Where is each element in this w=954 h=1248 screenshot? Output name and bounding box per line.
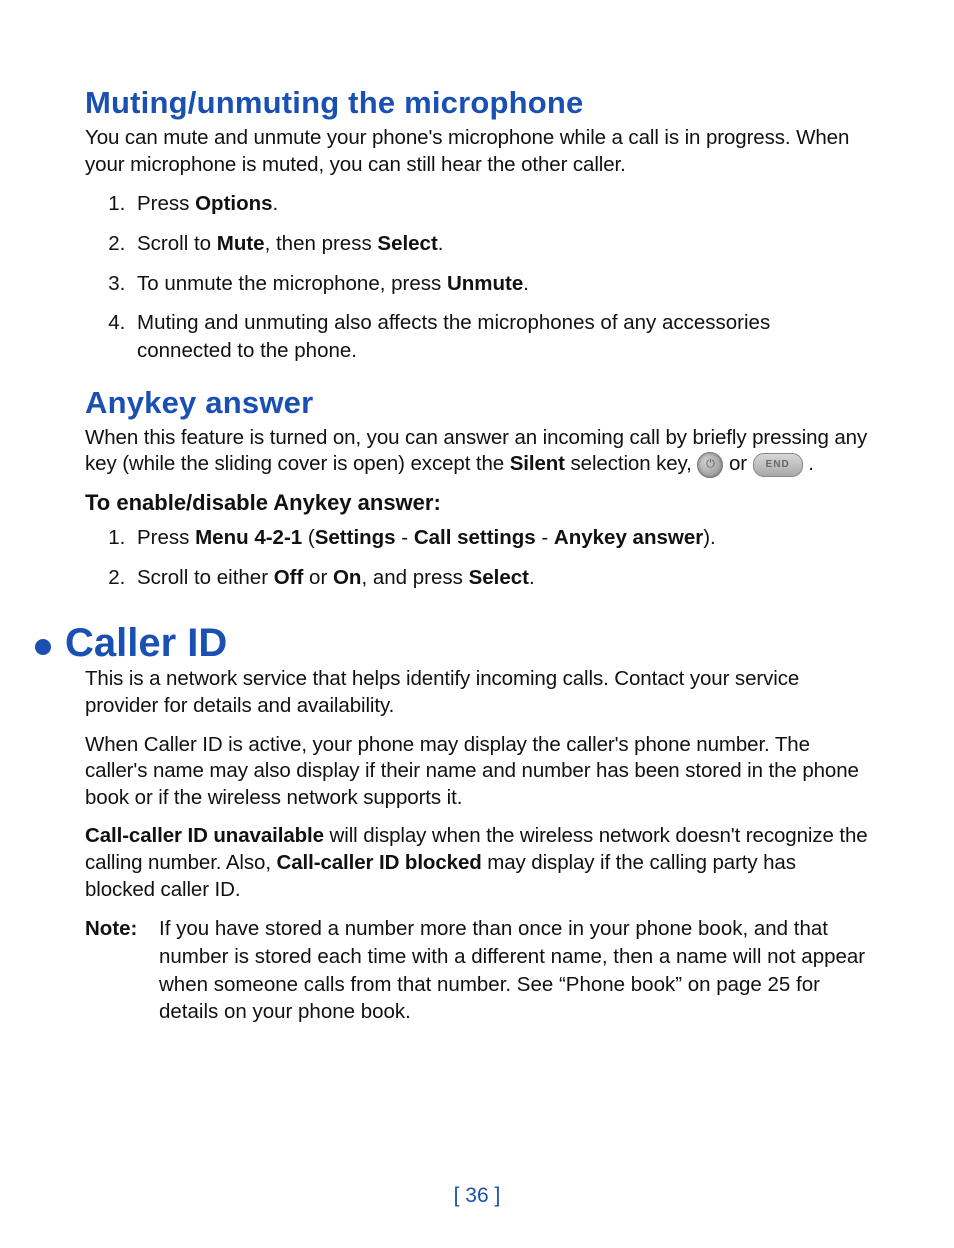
bold-text: Settings bbox=[315, 526, 396, 549]
bold-text: Call-caller ID blocked bbox=[277, 851, 482, 874]
paragraph: Call-caller ID unavailable will display … bbox=[85, 823, 869, 903]
text: . bbox=[529, 566, 535, 589]
text: . bbox=[523, 272, 529, 295]
text: To unmute the microphone, press bbox=[137, 272, 447, 295]
bold-text: Select bbox=[377, 232, 437, 255]
text: - bbox=[396, 526, 414, 549]
topic-heading-row: Caller ID bbox=[35, 621, 869, 666]
ordered-list-anykey: Press Menu 4-2-1 (Settings - Call settin… bbox=[85, 524, 869, 591]
paragraph: You can mute and unmute your phone's mic… bbox=[85, 125, 869, 178]
text: ( bbox=[302, 526, 315, 549]
heading-caller-id: Caller ID bbox=[65, 621, 227, 666]
text: Press bbox=[137, 192, 195, 215]
paragraph: When Caller ID is active, your phone may… bbox=[85, 732, 869, 812]
bullet-icon bbox=[35, 639, 51, 655]
text: Press bbox=[137, 526, 195, 549]
bold-text: On bbox=[333, 566, 361, 589]
bold-text: Unmute bbox=[447, 272, 523, 295]
bold-text: Menu 4-2-1 bbox=[195, 526, 302, 549]
text: Scroll to bbox=[137, 232, 217, 255]
text: , and press bbox=[361, 566, 468, 589]
list-item: Press Options. bbox=[131, 190, 869, 218]
note-label: Note: bbox=[85, 915, 159, 1026]
bold-text: Options bbox=[195, 192, 272, 215]
heading-muting: Muting/unmuting the microphone bbox=[85, 85, 869, 121]
bold-text: Select bbox=[469, 566, 529, 589]
power-key-icon: ⏻ bbox=[697, 452, 723, 478]
list-item: Scroll to Mute, then press Select. bbox=[131, 230, 869, 258]
end-key-icon: END bbox=[753, 453, 803, 477]
bold-text: Call-caller ID unavailable bbox=[85, 824, 324, 847]
bold-text: Call settings bbox=[414, 526, 536, 549]
bold-text: Off bbox=[274, 566, 304, 589]
text: or bbox=[303, 566, 333, 589]
paragraph: When this feature is turned on, you can … bbox=[85, 425, 869, 478]
note-block: Note: If you have stored a number more t… bbox=[85, 915, 869, 1026]
text: selection key, bbox=[565, 452, 697, 475]
list-item: To unmute the microphone, press Unmute. bbox=[131, 270, 869, 298]
list-item: Scroll to either Off or On, and press Se… bbox=[131, 564, 869, 592]
text: ). bbox=[703, 526, 716, 549]
text: . bbox=[808, 452, 814, 475]
text: or bbox=[729, 452, 753, 475]
document-page: Muting/unmuting the microphone You can m… bbox=[0, 0, 954, 1248]
text: - bbox=[536, 526, 554, 549]
note-text: If you have stored a number more than on… bbox=[159, 915, 869, 1026]
text: , then press bbox=[265, 232, 378, 255]
text: . bbox=[273, 192, 279, 215]
page-number: [ 36 ] bbox=[0, 1184, 954, 1208]
bold-text: Silent bbox=[510, 452, 565, 475]
heading-anykey: Anykey answer bbox=[85, 385, 869, 421]
paragraph: This is a network service that helps ide… bbox=[85, 666, 869, 719]
list-item: Press Menu 4-2-1 (Settings - Call settin… bbox=[131, 524, 869, 552]
bold-text: Mute bbox=[217, 232, 265, 255]
list-item: Muting and unmuting also affects the mic… bbox=[131, 309, 869, 364]
text: Scroll to either bbox=[137, 566, 274, 589]
bold-text: Anykey answer bbox=[554, 526, 703, 549]
text: . bbox=[438, 232, 444, 255]
ordered-list-muting: Press Options. Scroll to Mute, then pres… bbox=[85, 190, 869, 364]
text: Muting and unmuting also affects the mic… bbox=[137, 311, 770, 362]
subheading-enable-anykey: To enable/disable Anykey answer: bbox=[85, 490, 869, 516]
